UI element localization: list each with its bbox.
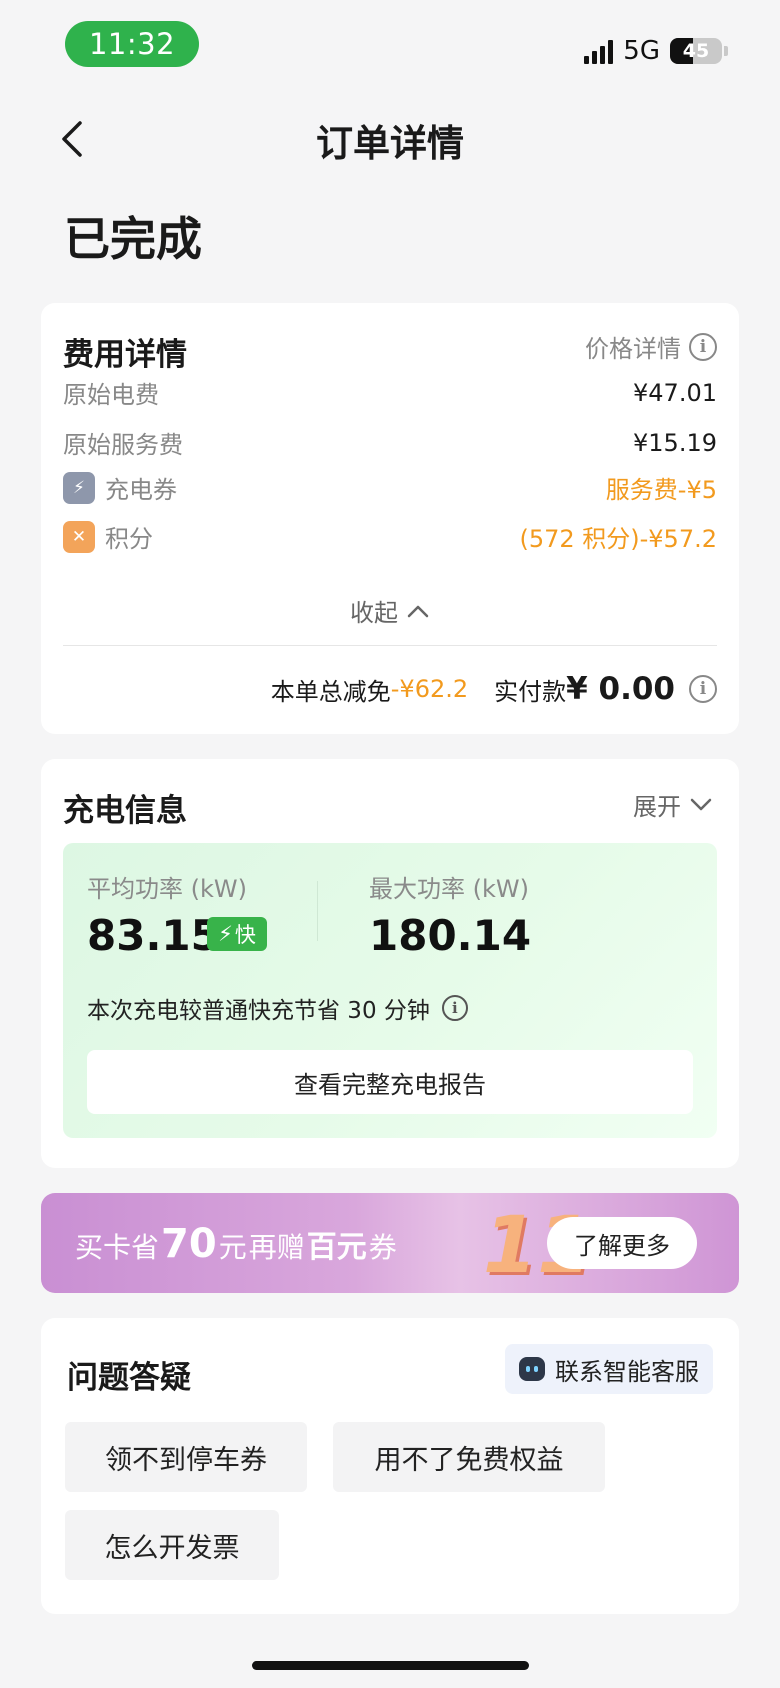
price-detail-link[interactable]: 价格详情 i <box>585 329 717 364</box>
view-report-button[interactable]: 查看完整充电报告 <box>87 1050 693 1114</box>
cs-label: 联系智能客服 <box>555 1357 699 1386</box>
banner-highlight: 百元 <box>306 1230 367 1265</box>
chevron-down-icon <box>690 798 712 810</box>
network-type: 5G <box>623 36 660 66</box>
fast-badge-label: 快 <box>234 923 256 947</box>
fee-detail-title: 费用详情 <box>63 337 187 373</box>
max-power-value: 180.14 <box>369 911 532 960</box>
paid-label: 实付款 <box>494 677 567 706</box>
fast-charge-badge: ⚡ 快 <box>207 917 267 951</box>
battery-icon: 45 <box>670 38 722 64</box>
total-discount-label: 本单总减免 <box>270 677 391 706</box>
page-title: 订单详情 <box>316 122 464 165</box>
collapse-button[interactable]: 收起 <box>41 593 739 628</box>
saving-info-icon[interactable]: i <box>441 995 468 1021</box>
battery-level: 45 <box>682 40 710 62</box>
faq-chip-benefits[interactable]: 用不了免费权益 <box>333 1422 605 1492</box>
info-icon: i <box>689 332 717 361</box>
fee-label: 原始电费 <box>63 381 159 409</box>
promo-banner[interactable]: 买卡省 70 元 再赠 百元 券 11 了解更多 <box>41 1193 739 1293</box>
status-time: 11:32 <box>65 21 199 67</box>
robot-icon <box>519 1357 545 1381</box>
faq-card: 问题答疑 联系智能客服 领不到停车券 用不了免费权益 怎么开发票 <box>41 1318 739 1614</box>
fee-row-coupon: ⚡ 充电券 服务费-¥5 <box>63 470 717 505</box>
chevron-up-icon <box>407 605 429 617</box>
points-value: (572 积分)-¥57.2 <box>519 525 717 553</box>
price-detail-label: 价格详情 <box>585 335 681 363</box>
status-indicators: 5G 45 <box>584 36 728 66</box>
faq-chip-invoice[interactable]: 怎么开发票 <box>65 1510 279 1580</box>
paid-info-icon[interactable]: i <box>689 675 717 703</box>
coupon-value: 服务费-¥5 <box>605 476 717 504</box>
divider <box>63 645 717 646</box>
banner-middle: 再赠 <box>248 1231 305 1264</box>
banner-prefix: 买卡省 <box>75 1231 160 1264</box>
paid-amount: ¥ 0.00 <box>566 671 675 707</box>
signal-icon <box>584 38 614 64</box>
faq-title: 问题答疑 <box>67 1360 191 1396</box>
max-power-label: 最大功率 (kW) <box>369 875 529 903</box>
battery-tip <box>724 46 728 56</box>
points-icon: ✕ <box>63 520 95 553</box>
coupon-icon: ⚡ <box>63 471 95 504</box>
lightning-icon: ⚡ <box>218 922 233 946</box>
saving-note: 本次充电较普通快充节省 30 分钟 i <box>87 991 468 1025</box>
expand-button[interactable]: 展开 <box>633 787 713 822</box>
fee-row-electricity: 原始电费 ¥47.01 <box>63 375 717 410</box>
fee-label: 原始服务费 <box>63 431 183 459</box>
fee-label-points: ✕ 积分 <box>63 519 153 554</box>
fee-value: ¥47.01 <box>633 378 717 407</box>
banner-text: 买卡省 70 元 再赠 百元 券 <box>75 1221 397 1267</box>
total-row: 本单总减免 -¥62.2 实付款 ¥ 0.00 i <box>271 671 717 707</box>
avg-power-label: 平均功率 (kW) <box>87 875 247 903</box>
faq-chip-parking[interactable]: 领不到停车券 <box>65 1422 307 1492</box>
fee-label-coupon: ⚡ 充电券 <box>63 470 177 505</box>
points-label: 积分 <box>105 525 153 553</box>
home-indicator <box>252 1661 529 1670</box>
charge-info-card: 充电信息 展开 平均功率 (kW) 83.15 ⚡ 快 最大功率 (kW) 18… <box>41 759 739 1168</box>
fee-row-points: ✕ 积分 (572 积分)-¥57.2 <box>63 519 717 554</box>
learn-more-button[interactable]: 了解更多 <box>547 1217 697 1269</box>
total-discount-value: -¥62.2 <box>390 675 469 703</box>
avg-power-value: 83.15 <box>87 911 220 960</box>
banner-unit: 元 <box>218 1231 247 1264</box>
banner-suffix: 券 <box>368 1231 397 1264</box>
saving-text: 本次充电较普通快充节省 30 分钟 <box>87 998 430 1024</box>
charge-summary-panel: 平均功率 (kW) 83.15 ⚡ 快 最大功率 (kW) 180.14 本次充… <box>63 843 717 1138</box>
coupon-label: 充电券 <box>105 476 177 504</box>
fee-value: ¥15.19 <box>633 428 717 457</box>
banner-amount: 70 <box>161 1221 217 1267</box>
order-status: 已完成 <box>64 212 202 266</box>
customer-service-button[interactable]: 联系智能客服 <box>505 1344 713 1394</box>
fee-row-service: 原始服务费 ¥15.19 <box>63 425 717 460</box>
fee-detail-card: 费用详情 价格详情 i 原始电费 ¥47.01 原始服务费 ¥15.19 ⚡ 充… <box>41 303 739 734</box>
expand-label: 展开 <box>633 793 681 821</box>
charge-info-title: 充电信息 <box>63 793 187 829</box>
metric-divider <box>317 881 318 941</box>
collapse-label: 收起 <box>350 599 398 627</box>
